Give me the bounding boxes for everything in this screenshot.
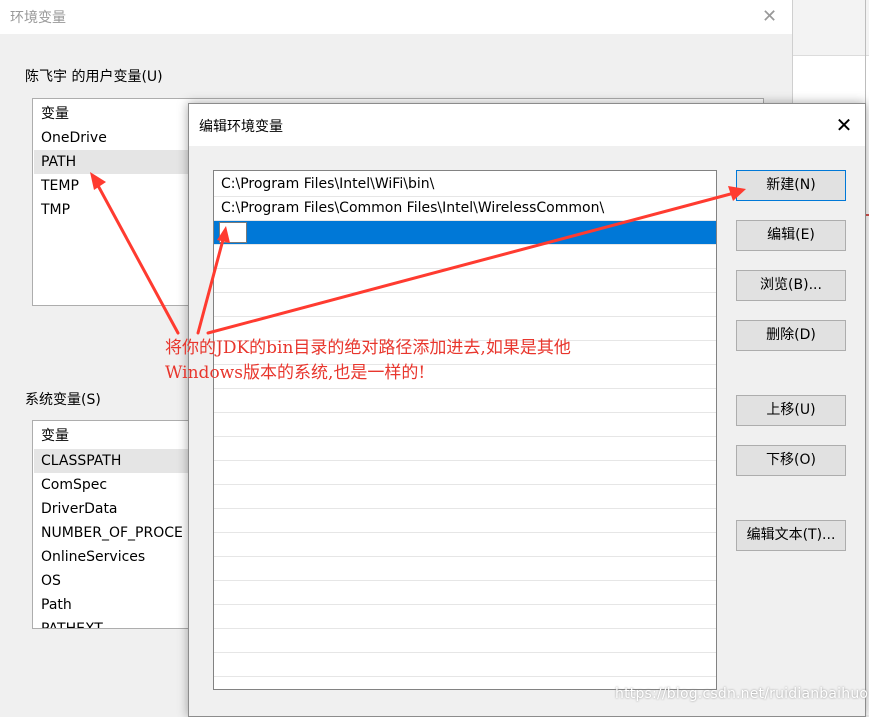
annotation-line-2: Windows版本的系统,也是一样的!	[165, 363, 426, 383]
arrow-to-path	[93, 178, 180, 335]
arrowhead-edit-row	[217, 226, 230, 243]
arrow-to-new-button	[206, 190, 740, 335]
arrowhead-path	[90, 172, 106, 190]
arrow-to-edit-row	[196, 234, 226, 335]
annotation-text: 将你的JDK的bin目录的绝对路径添加进去,如果是其他 Windows版本的系统…	[165, 336, 665, 386]
watermark-text: https://blog.csdn.net/ruidianbaihuo	[615, 686, 869, 702]
arrowhead-new-button	[728, 186, 746, 201]
annotation-line-1: 将你的JDK的bin目录的绝对路径添加进去,如果是其他	[165, 338, 571, 358]
